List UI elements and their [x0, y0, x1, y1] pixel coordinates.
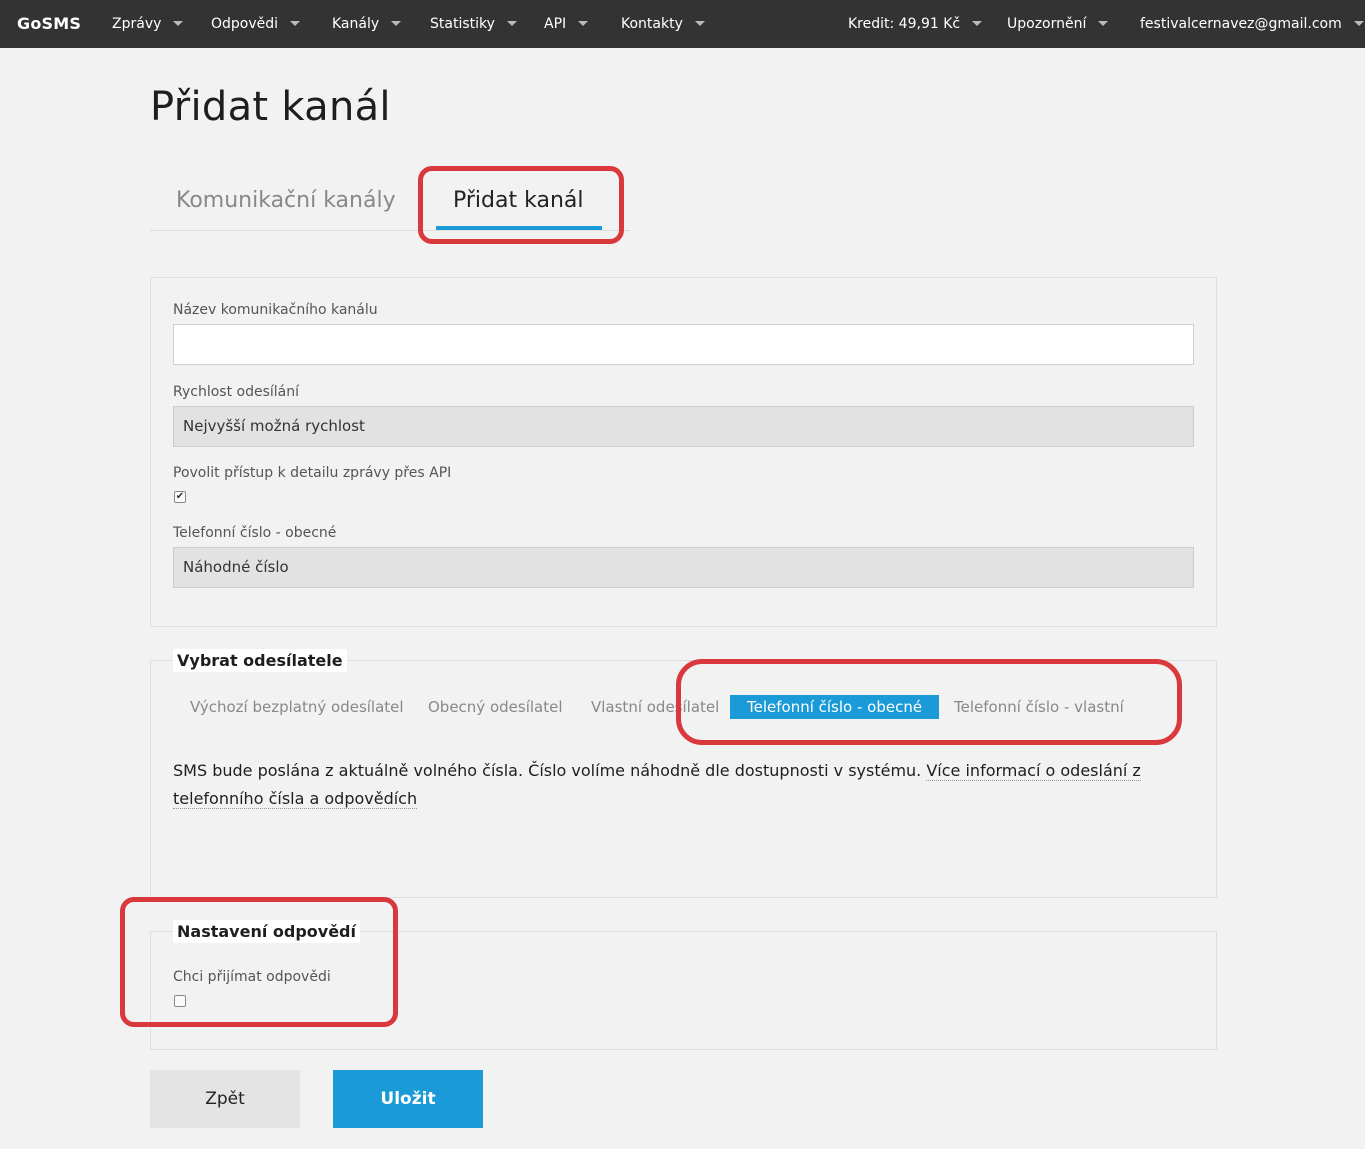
channel-name-label: Název komunikačního kanálu [173, 302, 378, 318]
tab-communication-channels[interactable]: Komunikační kanály [176, 188, 396, 213]
nav-item-label: API [544, 16, 567, 32]
nav-item-odpovedi[interactable]: Odpovědi [211, 0, 301, 48]
nav-item-statistiky[interactable]: Statistiky [430, 0, 517, 48]
top-navbar: GoSMS Zprávy Odpovědi Kanály Statistiky … [0, 0, 1365, 48]
credit-menu[interactable]: Kredit: 49,91 Kč [848, 0, 983, 48]
caret-down-icon [290, 20, 301, 26]
channel-name-input[interactable] [173, 324, 1194, 365]
sender-tab-general[interactable]: Obecný odesílatel [428, 695, 563, 719]
nav-item-label: Statistiky [430, 16, 495, 32]
phone-general-label: Telefonní číslo - obecné [173, 525, 337, 541]
nav-item-label: Kontakty [621, 16, 683, 32]
sender-panel: Vybrat odesílatele Výchozí bezplatný ode… [150, 649, 1217, 898]
user-email: festivalcernavez@gmail.com [1140, 16, 1342, 32]
replies-panel: Nastavení odpovědí Chci přijímat odpověd… [150, 920, 1217, 1050]
user-menu[interactable]: festivalcernavez@gmail.com [1140, 0, 1364, 48]
notifications-label: Upozornění [1007, 16, 1087, 32]
back-button[interactable]: Zpět [150, 1070, 300, 1128]
sender-info-text: SMS bude poslána z aktuálně volného čísl… [173, 757, 1173, 813]
caret-down-icon [1098, 20, 1109, 26]
nav-item-label: Zprávy [112, 16, 162, 32]
api-access-label: Povolit přístup k detailu zprávy přes AP… [173, 465, 452, 481]
channel-form-panel: Název komunikačního kanálu Rychlost odes… [150, 277, 1217, 627]
caret-down-icon [1353, 20, 1364, 26]
sender-info-description: SMS bude poslána z aktuálně volného čísl… [173, 761, 922, 780]
page-title: Přidat kanál [150, 84, 391, 130]
nav-item-api[interactable]: API [544, 0, 589, 48]
receive-replies-label: Chci přijímat odpovědi [173, 969, 331, 985]
active-tab-indicator [436, 226, 602, 230]
phone-general-select[interactable]: Náhodné číslo [173, 547, 1194, 588]
nav-item-kontakty[interactable]: Kontakty [621, 0, 705, 48]
caret-down-icon [173, 20, 184, 26]
sender-tab-phone-general[interactable]: Telefonní číslo - obecné [730, 695, 940, 719]
save-button[interactable]: Uložit [333, 1070, 483, 1128]
sender-tab-custom[interactable]: Vlastní odesílatel [591, 695, 719, 719]
caret-down-icon [506, 20, 517, 26]
sending-speed-label: Rychlost odesílání [173, 384, 299, 400]
credit-label: Kredit: 49,91 Kč [848, 16, 961, 32]
tab-add-channel[interactable]: Přidat kanál [453, 188, 583, 213]
sender-tab-default-free[interactable]: Výchozí bezplatný odesílatel [190, 695, 404, 719]
brand-logo[interactable]: GoSMS [17, 0, 81, 48]
nav-item-label: Odpovědi [211, 16, 279, 32]
api-access-checkbox[interactable]: ✔ [174, 491, 186, 503]
caret-down-icon [578, 20, 589, 26]
sender-legend: Vybrat odesílatele [173, 649, 347, 672]
channel-tabs: Komunikační kanály Přidat kanál [150, 180, 630, 231]
caret-down-icon [972, 20, 983, 26]
nav-item-zpravy[interactable]: Zprávy [112, 0, 184, 48]
receive-replies-checkbox[interactable] [174, 995, 186, 1007]
nav-item-label: Kanály [332, 16, 380, 32]
replies-legend: Nastavení odpovědí [173, 920, 360, 943]
caret-down-icon [694, 20, 705, 26]
sending-speed-select[interactable]: Nejvyšší možná rychlost [173, 406, 1194, 447]
caret-down-icon [391, 20, 402, 26]
notifications-menu[interactable]: Upozornění [1007, 0, 1109, 48]
sender-tab-phone-custom[interactable]: Telefonní číslo - vlastní [954, 695, 1124, 719]
nav-item-kanaly[interactable]: Kanály [332, 0, 402, 48]
